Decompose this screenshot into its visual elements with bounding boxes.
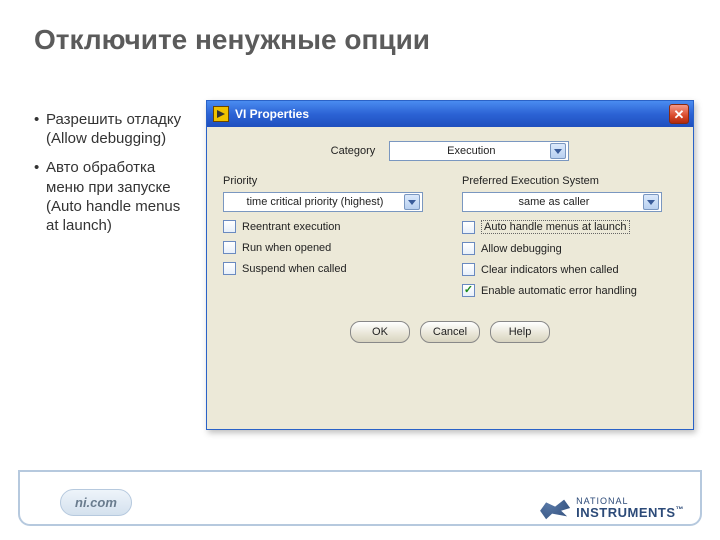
window-body: Category Execution Priority time critica… <box>207 127 693 353</box>
checkbox-clear-indicators[interactable]: Clear indicators when called <box>462 263 677 276</box>
bullet-list: Разрешить отладку (Allow debugging) Авто… <box>34 110 194 245</box>
checkbox-icon <box>223 262 236 275</box>
exec-system-label: Preferred Execution System <box>462 175 677 187</box>
cancel-button[interactable]: Cancel <box>420 321 480 343</box>
checkbox-reentrant[interactable]: Reentrant execution <box>223 220 438 233</box>
category-row: Category Execution <box>223 141 677 161</box>
checkbox-auto-error-handling[interactable]: Enable automatic error handling <box>462 284 677 297</box>
ni-com-badge: ni.com <box>60 489 132 516</box>
checkbox-allow-debugging[interactable]: Allow debugging <box>462 242 677 255</box>
bullet-item: Авто обработка меню при запуске (Auto ha… <box>34 158 194 235</box>
checkbox-icon <box>462 242 475 255</box>
category-select[interactable]: Execution <box>389 141 569 161</box>
chevron-down-icon <box>550 143 566 159</box>
ok-button[interactable]: OK <box>350 321 410 343</box>
checkbox-run-when-opened[interactable]: Run when opened <box>223 241 438 254</box>
eagle-icon <box>540 494 570 522</box>
category-value: Execution <box>398 145 550 157</box>
checkbox-icon <box>462 284 475 297</box>
priority-group: Priority time critical priority (highest… <box>223 175 438 305</box>
ni-logo: NATIONAL INSTRUMENTS™ <box>540 494 684 522</box>
chevron-down-icon <box>404 194 420 210</box>
chevron-down-icon <box>643 194 659 210</box>
slide-title: Отключите ненужные опции <box>34 24 430 56</box>
exec-system-value: same as caller <box>471 196 643 208</box>
priority-label: Priority <box>223 175 438 187</box>
priority-select[interactable]: time critical priority (highest) <box>223 192 423 212</box>
category-label: Category <box>331 145 378 157</box>
exec-system-group: Preferred Execution System same as calle… <box>462 175 677 305</box>
checkbox-icon <box>462 221 475 234</box>
logo-text-bottom: INSTRUMENTS™ <box>576 506 684 519</box>
vi-properties-window: VI Properties ✕ Category Execution Prior… <box>206 100 694 430</box>
titlebar[interactable]: VI Properties ✕ <box>207 101 693 127</box>
priority-value: time critical priority (highest) <box>232 196 404 208</box>
checkbox-auto-handle-menus[interactable]: Auto handle menus at launch <box>462 220 677 234</box>
checkbox-suspend[interactable]: Suspend when called <box>223 262 438 275</box>
button-row: OK Cancel Help <box>223 321 677 343</box>
bullet-item: Разрешить отладку (Allow debugging) <box>34 110 194 148</box>
checkbox-icon <box>223 241 236 254</box>
help-button[interactable]: Help <box>490 321 550 343</box>
window-title: VI Properties <box>235 107 309 121</box>
labview-icon <box>213 106 229 122</box>
close-icon: ✕ <box>674 108 685 121</box>
checkbox-icon <box>462 263 475 276</box>
close-button[interactable]: ✕ <box>669 104 689 124</box>
checkbox-icon <box>223 220 236 233</box>
exec-system-select[interactable]: same as caller <box>462 192 662 212</box>
